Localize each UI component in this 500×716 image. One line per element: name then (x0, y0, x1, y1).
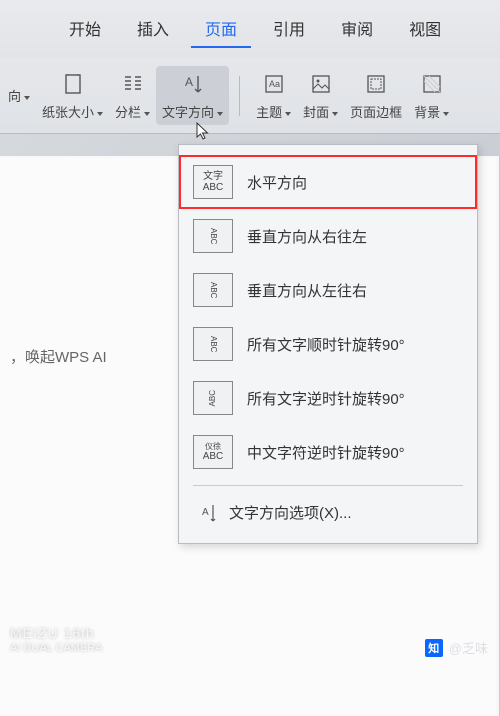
cover-dropdown[interactable]: 封面 (297, 66, 344, 125)
menu-item-rotate-ccw90[interactable]: ABC 所有文字逆时针旋转90° (179, 371, 477, 425)
menu-item-vertical-ltr[interactable]: ABC 垂直方向从左往右 (179, 263, 477, 317)
background-icon (418, 70, 446, 98)
menu-item-options[interactable]: A 文字方向选项(X)... (179, 492, 477, 533)
cover-icon (307, 70, 335, 98)
text-direction-icon: A (179, 70, 207, 98)
menu-item-rotate-cw90[interactable]: ABC 所有文字顺时针旋转90° (179, 317, 477, 371)
columns-icon (119, 70, 147, 98)
text-direction-menu: 文字 ABC 水平方向 ABC 垂直方向从右往左 ABC 垂直方向从左往右 AB… (178, 144, 478, 544)
ribbon-divider (239, 76, 240, 116)
zhihu-watermark: 知 @乏味 (425, 638, 488, 657)
orientation-dropdown[interactable]: 向 (8, 82, 36, 109)
columns-dropdown[interactable]: 分栏 (109, 66, 156, 125)
svg-text:A: A (185, 75, 193, 89)
menu-item-vertical-rtl[interactable]: ABC 垂直方向从右往左 (179, 209, 477, 263)
rotate-cw-icon: ABC (193, 327, 233, 361)
page-size-dropdown[interactable]: 纸张大小 (36, 66, 109, 125)
tab-bar: 开始 插入 页面 引用 审阅 视图 (0, 0, 500, 58)
tab-view[interactable]: 视图 (395, 10, 455, 48)
theme-dropdown[interactable]: Aa 主题 (250, 66, 297, 125)
menu-label: 水平方向 (247, 172, 307, 193)
cjk-rotate-icon: 仪徐 ABC (193, 435, 233, 469)
page-border-button[interactable]: 页面边框 (344, 66, 408, 125)
tab-review[interactable]: 审阅 (327, 10, 387, 48)
menu-label: 所有文字顺时针旋转90° (247, 334, 405, 355)
text-direction-small-icon: A (201, 503, 217, 523)
menu-label: 垂直方向从左往右 (247, 280, 367, 301)
tab-reference[interactable]: 引用 (259, 10, 319, 48)
menu-label: 所有文字逆时针旋转90° (247, 388, 405, 409)
vertical-rtl-icon: ABC (193, 219, 233, 253)
menu-separator (193, 485, 463, 486)
text-direction-dropdown[interactable]: A 文字方向 (156, 66, 229, 125)
menu-item-cjk-ccw90[interactable]: 仪徐 ABC 中文字符逆时针旋转90° (179, 425, 477, 479)
horizontal-icon: 文字 ABC (193, 165, 233, 199)
svg-text:A: A (202, 507, 209, 518)
background-dropdown[interactable]: 背景 (408, 66, 455, 125)
theme-icon: Aa (260, 70, 288, 98)
device-watermark: MEIZU 16th AI DUAL CAMERA (10, 625, 103, 655)
page-size-icon (59, 70, 87, 98)
menu-label: 文字方向选项(X)... (229, 502, 352, 523)
menu-item-horizontal[interactable]: 文字 ABC 水平方向 (179, 155, 477, 209)
tab-page[interactable]: 页面 (191, 10, 251, 48)
vertical-ltr-icon: ABC (193, 273, 233, 307)
page-border-icon (362, 70, 390, 98)
rotate-ccw-icon: ABC (193, 381, 233, 415)
tab-insert[interactable]: 插入 (123, 10, 183, 48)
ribbon: 向 纸张大小 分栏 A 文字方向 Aa 主题 (0, 58, 500, 134)
tab-start[interactable]: 开始 (55, 10, 115, 48)
menu-label: 中文字符逆时针旋转90° (247, 442, 405, 463)
menu-label: 垂直方向从右往左 (247, 226, 367, 247)
ai-hint-text: ，唤起WPS AI (10, 346, 107, 367)
zhihu-logo-icon: 知 (425, 639, 443, 657)
svg-text:Aa: Aa (269, 79, 280, 89)
